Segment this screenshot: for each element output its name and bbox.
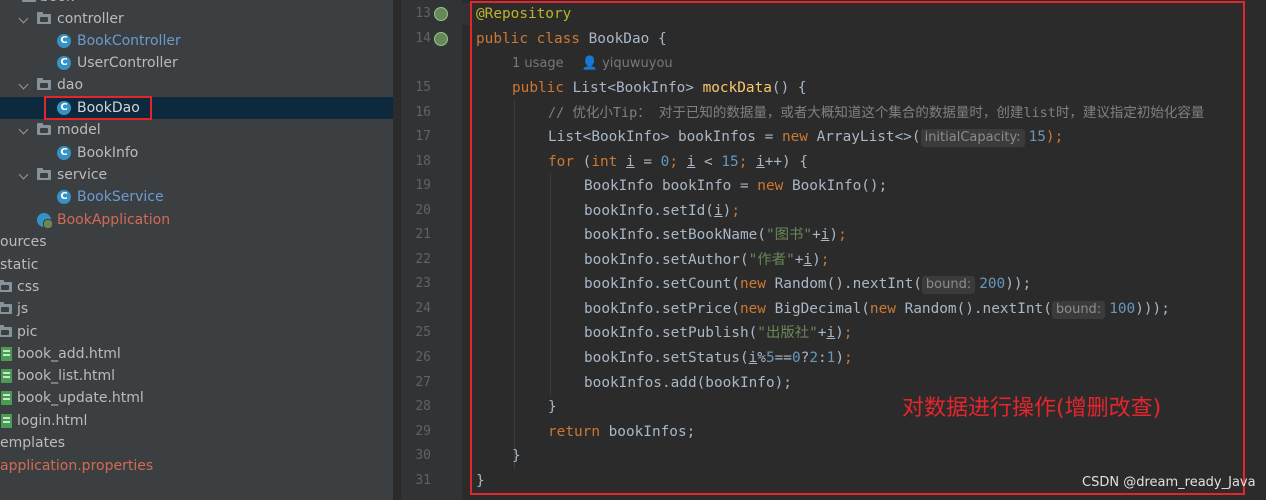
annotation-caption: 对数据进行操作(增删改查): [902, 396, 1162, 421]
line-number: 29: [415, 424, 431, 439]
tree-item-label: service: [57, 167, 108, 183]
caret-line-marker: [462, 3, 470, 25]
tree-item-label: application.properties: [0, 458, 154, 474]
package-folder-icon: [37, 78, 51, 92]
tree-item-service[interactable]: service: [0, 164, 393, 186]
class-icon: C: [57, 146, 71, 160]
chevron-down-icon[interactable]: [18, 74, 30, 96]
tree-item-usercontroller[interactable]: C UserController: [0, 52, 393, 74]
line-number: 14: [415, 31, 431, 46]
line-number: 18: [415, 154, 431, 169]
tree-item-book-update-html[interactable]: book_update.html: [0, 387, 393, 409]
tree-item-label: UserController: [77, 55, 178, 71]
tree-item-label: static: [0, 257, 39, 273]
line-number: 28: [415, 399, 431, 414]
line-number: 21: [415, 227, 431, 242]
folder-icon: [0, 325, 12, 339]
tree-item-dao[interactable]: dao: [0, 74, 393, 96]
tree-item-label: book_add.html: [17, 346, 121, 362]
tree-item-login-html[interactable]: login.html: [0, 410, 393, 432]
line-number: 15: [415, 80, 431, 95]
line-number: 20: [415, 203, 431, 218]
tree-item-label: BookController: [77, 33, 181, 49]
line-number: 26: [415, 350, 431, 365]
tree-item-label: book: [40, 0, 74, 8]
spring-bean-icon[interactable]: [434, 7, 448, 21]
tree-item-book-list-html[interactable]: book_list.html: [0, 365, 393, 387]
chevron-down-icon[interactable]: [18, 164, 30, 186]
html-file-icon: [1, 391, 15, 405]
tree-item-bookapplication[interactable]: BookApplication: [0, 209, 393, 231]
editor-gutter: 13 14 15 16 17 18 19 20 21 22 23 24 25 2…: [400, 0, 474, 500]
line-number: 27: [415, 375, 431, 390]
project-tree: book controller C BookController C UserC…: [0, 0, 393, 500]
tree-item-templates[interactable]: emplates: [0, 432, 393, 454]
package-folder-icon: [37, 168, 51, 182]
tree-item-label: css: [17, 279, 40, 295]
chevron-down-icon[interactable]: [18, 119, 30, 141]
line-number: 16: [415, 105, 431, 120]
folder-icon: [0, 280, 12, 294]
html-file-icon: [1, 414, 15, 428]
tree-item-label: controller: [57, 11, 124, 27]
line-number: 30: [415, 448, 431, 463]
line-number: 19: [415, 178, 431, 193]
package-folder-icon: [37, 12, 51, 26]
tree-item-label: BookApplication: [57, 212, 171, 228]
tree-item-label: book_update.html: [17, 390, 144, 406]
tree-item-bookservice[interactable]: C BookService: [0, 186, 393, 208]
folder-icon: [0, 302, 12, 316]
watermark: CSDN @dream_ready_Java: [1082, 475, 1256, 490]
class-icon: C: [57, 190, 71, 204]
tree-item-pic[interactable]: pic: [0, 321, 393, 343]
tree-item-controller[interactable]: controller: [0, 8, 393, 30]
line-number: 23: [415, 276, 431, 291]
tree-item-label: model: [57, 122, 101, 138]
tree-item-label: ources: [0, 234, 47, 250]
line-number: 25: [415, 325, 431, 340]
tree-item-root[interactable]: book: [0, 0, 393, 8]
tree-item-application-properties[interactable]: application.properties: [0, 455, 393, 477]
tree-item-bookcontroller[interactable]: C BookController: [0, 30, 393, 52]
html-file-icon: [1, 347, 15, 361]
tree-item-label: js: [17, 301, 29, 317]
line-number: 24: [415, 301, 431, 316]
tree-item-model[interactable]: model: [0, 119, 393, 141]
tree-item-label: BookService: [77, 189, 164, 205]
tree-item-bookinfo[interactable]: C BookInfo: [0, 142, 393, 164]
tree-item-label: dao: [57, 77, 84, 93]
html-file-icon: [1, 369, 15, 383]
spring-bean-icon[interactable]: [434, 32, 448, 46]
chevron-down-icon[interactable]: [18, 8, 30, 30]
line-number: 13: [415, 6, 431, 21]
tree-item-book-add-html[interactable]: book_add.html: [0, 343, 393, 365]
class-icon: C: [57, 34, 71, 48]
class-icon: C: [57, 56, 71, 70]
tree-item-resources[interactable]: ources: [0, 231, 393, 253]
package-folder-icon: [37, 123, 51, 137]
tree-item-css[interactable]: css: [0, 276, 393, 298]
tree-item-static[interactable]: static: [0, 254, 393, 276]
tree-item-label: pic: [17, 324, 38, 340]
tree-item-label: login.html: [17, 413, 88, 429]
tree-item-label: BookInfo: [77, 145, 139, 161]
spring-boot-class-icon: [37, 213, 53, 229]
line-number: 17: [415, 129, 431, 144]
selection-highlight-box: [44, 96, 152, 120]
line-number: 31: [415, 473, 431, 488]
tree-item-label: emplates: [0, 435, 66, 451]
tree-item-label: book_list.html: [17, 368, 116, 384]
folder-icon: [22, 0, 36, 4]
panel-divider[interactable]: [393, 0, 400, 500]
tree-item-js[interactable]: js: [0, 298, 393, 320]
line-number: 22: [415, 252, 431, 267]
